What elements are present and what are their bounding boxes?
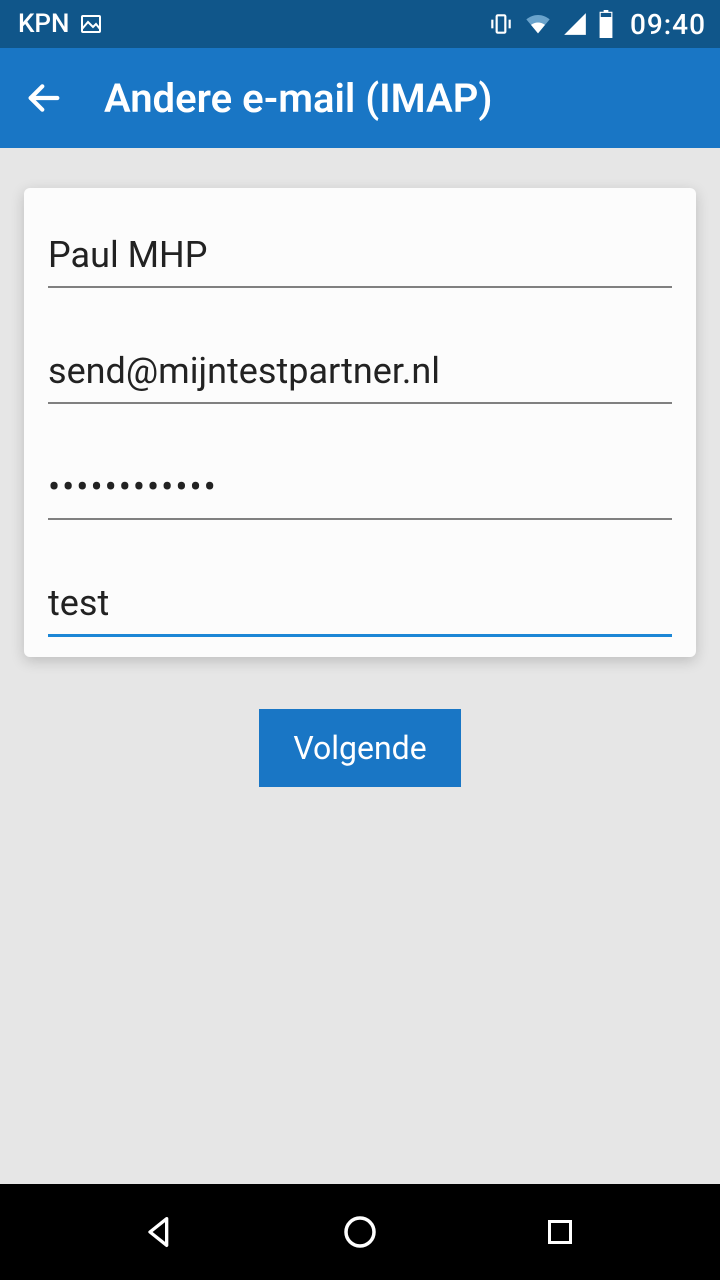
name-input[interactable]: [48, 218, 672, 288]
page-title: Andere e-mail (IMAP): [104, 75, 492, 122]
arrow-left-icon: [24, 78, 64, 118]
description-input[interactable]: [48, 566, 672, 637]
form-card: [24, 188, 696, 657]
name-field-wrap: [48, 218, 672, 288]
picture-icon: [79, 12, 103, 36]
triangle-left-icon: [140, 1212, 180, 1252]
email-input[interactable]: [48, 334, 672, 404]
clock-label: 09:40: [630, 8, 706, 41]
status-bar: KPN: [0, 0, 720, 48]
nav-recent-button[interactable]: [520, 1192, 600, 1272]
password-field-wrap: [48, 450, 672, 520]
email-field-wrap: [48, 334, 672, 404]
content-area: Volgende: [0, 148, 720, 787]
password-input[interactable]: [48, 450, 672, 520]
circle-icon: [339, 1211, 381, 1253]
signal-icon: [562, 11, 588, 37]
nav-back-button[interactable]: [120, 1192, 200, 1272]
app-bar: Andere e-mail (IMAP): [0, 48, 720, 148]
battery-icon: [598, 10, 614, 38]
back-button[interactable]: [20, 74, 68, 122]
description-field-wrap: [48, 566, 672, 637]
vibrate-icon: [488, 11, 514, 37]
square-icon: [542, 1214, 578, 1250]
wifi-icon: [524, 10, 552, 38]
android-nav-bar: [0, 1184, 720, 1280]
carrier-label: KPN: [18, 9, 69, 39]
next-button[interactable]: Volgende: [259, 709, 460, 787]
nav-home-button[interactable]: [320, 1192, 400, 1272]
